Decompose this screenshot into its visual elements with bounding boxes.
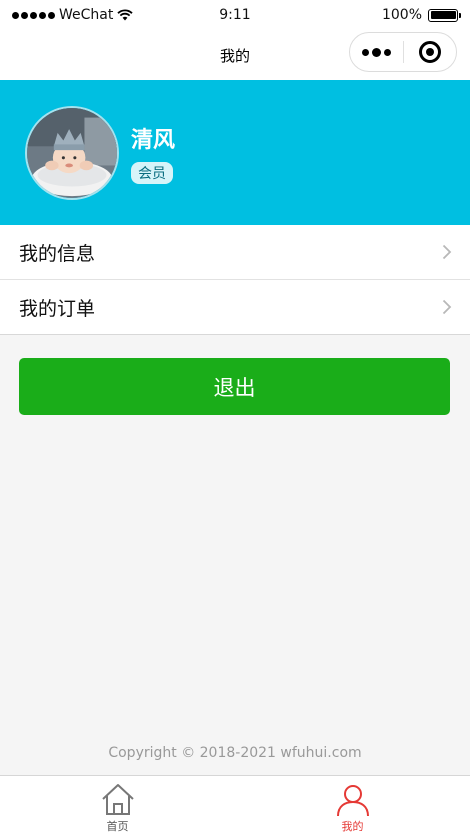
menu-item-my-orders[interactable]: 我的订单 bbox=[0, 280, 470, 335]
close-miniprogram-button[interactable] bbox=[404, 33, 457, 71]
target-icon bbox=[418, 41, 441, 63]
menu-item-label: 我的订单 bbox=[19, 297, 96, 320]
more-menu-button[interactable] bbox=[350, 33, 403, 71]
miniprogram-capsule bbox=[349, 32, 457, 72]
battery-percent: 100% bbox=[381, 7, 422, 23]
profile-header: 清风 会员 bbox=[0, 80, 470, 225]
status-left: WeChat bbox=[12, 7, 133, 23]
wifi-icon bbox=[117, 9, 133, 21]
nav-bar: 我的 bbox=[0, 30, 470, 80]
page-title: 我的 bbox=[219, 46, 250, 65]
logout-button[interactable]: 退出 bbox=[19, 358, 450, 415]
username: 清风 bbox=[131, 127, 176, 153]
avatar[interactable] bbox=[25, 105, 119, 200]
tab-home[interactable]: 首页 bbox=[0, 776, 235, 834]
copyright-text: Copyright © 2018-2021 wfuhui.com bbox=[108, 745, 362, 761]
member-badge: 会员 bbox=[131, 161, 173, 184]
tab-label: 我的 bbox=[341, 820, 364, 833]
chevron-right-icon bbox=[442, 244, 452, 260]
carrier-label: WeChat bbox=[59, 7, 114, 23]
battery-fill bbox=[430, 11, 456, 19]
chevron-right-icon bbox=[442, 299, 452, 315]
home-icon bbox=[101, 784, 134, 815]
status-bar: WeChat 9:11 100% bbox=[0, 0, 470, 30]
profile-info: 清风 会员 bbox=[131, 122, 175, 184]
battery-icon bbox=[428, 8, 461, 22]
menu-item-my-info[interactable]: 我的信息 bbox=[0, 225, 470, 280]
user-icon bbox=[336, 785, 369, 817]
baby-photo bbox=[27, 107, 117, 198]
menu-list: 我的信息 我的订单 bbox=[0, 225, 470, 335]
status-right: 100% bbox=[381, 7, 461, 23]
menu-item-label: 我的信息 bbox=[19, 242, 96, 265]
tab-bar: 首页 我的 bbox=[0, 775, 470, 834]
tab-label: 首页 bbox=[106, 820, 129, 833]
signal-icon bbox=[12, 11, 55, 19]
tab-mine[interactable]: 我的 bbox=[235, 776, 470, 834]
